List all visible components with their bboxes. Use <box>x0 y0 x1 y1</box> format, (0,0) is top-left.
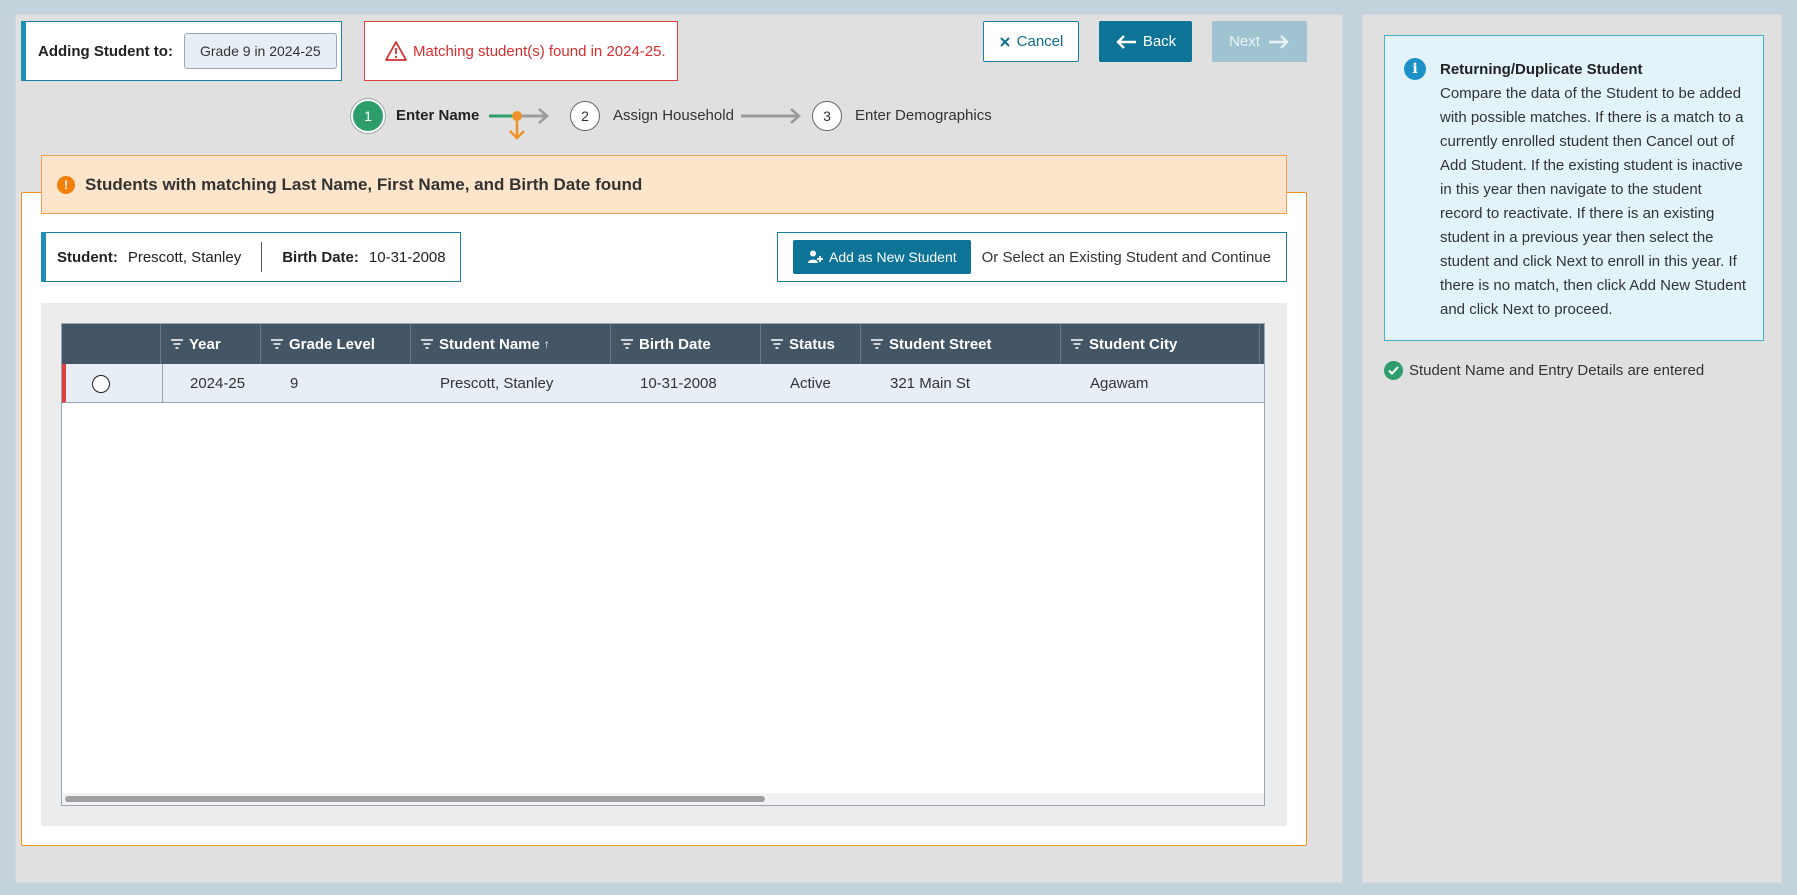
column-label: Year <box>189 335 221 353</box>
adding-student-box: Adding Student to: Grade 9 in 2024-25 <box>21 21 342 81</box>
cell-birth-date: 10-31-2008 <box>640 375 717 392</box>
summary-divider <box>261 242 263 272</box>
filter-icon <box>421 339 433 349</box>
radio-button[interactable] <box>92 374 110 393</box>
column-label: Grade Level <box>289 335 375 353</box>
cell-grade: 9 <box>290 375 299 392</box>
cell-street: 321 Main St <box>890 375 971 392</box>
column-label: Student Name <box>439 335 540 353</box>
info-panel: i Returning/Duplicate Student Compare th… <box>1384 35 1764 341</box>
row-select-radio[interactable] <box>92 364 110 403</box>
column-header-student-city[interactable]: Student City <box>1060 324 1260 364</box>
cancel-button[interactable]: Cancel <box>983 21 1079 62</box>
matching-students-banner: ! Students with matching Last Name, Firs… <box>41 155 1287 214</box>
info-title: Returning/Duplicate Student <box>1440 61 1643 78</box>
cell-year: 2024-25 <box>190 375 246 392</box>
back-button[interactable]: Back <box>1099 21 1192 62</box>
info-text: Compare the data of the Student to be ad… <box>1440 85 1746 318</box>
column-header-student-name[interactable]: Student Name ↑ <box>410 324 610 364</box>
column-label: Status <box>789 335 835 353</box>
row-separator <box>162 364 163 403</box>
add-user-icon <box>808 250 823 263</box>
column-label: Student City <box>1089 335 1178 353</box>
step-1-circle[interactable]: 1 <box>353 101 383 131</box>
cell-status: Active <box>790 375 831 392</box>
info-icon: i <box>1404 58 1426 80</box>
filter-icon <box>171 339 183 349</box>
check-circle-icon <box>1384 361 1403 380</box>
filter-icon <box>271 339 283 349</box>
match-alert: Matching student(s) found in 2024-25. <box>364 21 678 81</box>
cancel-button-label: Cancel <box>1016 33 1064 50</box>
grade-year-chip: Grade 9 in 2024-25 <box>183 33 337 69</box>
student-label: Student: <box>57 248 118 266</box>
checklist-item-text: Student Name and Entry Details are enter… <box>1409 362 1705 379</box>
step-2-label[interactable]: Assign Household <box>613 107 734 124</box>
add-as-new-student-button[interactable]: Add as New Student <box>793 240 971 274</box>
arrow-left-icon <box>1116 34 1136 49</box>
column-header-birth-date[interactable]: Birth Date <box>610 324 760 364</box>
birth-date-value: 10-31-2008 <box>368 248 446 266</box>
filter-icon <box>1071 339 1083 349</box>
step-connector-1 <box>489 108 549 140</box>
birth-date-label: Birth Date: <box>282 248 359 266</box>
cell-city: Agawam <box>1090 375 1149 392</box>
checklist-item: Student Name and Entry Details are enter… <box>1384 361 1704 380</box>
student-summary: Student: Prescott, Stanley Birth Date: 1… <box>41 232 461 282</box>
add-or-select-box: Add as New Student Or Select an Existing… <box>777 232 1287 282</box>
banner-text: Students with matching Last Name, First … <box>85 174 643 194</box>
match-alert-text: Matching student(s) found in 2024-25. <box>413 42 666 60</box>
filter-icon <box>771 339 783 349</box>
column-label: Student Street <box>889 335 992 353</box>
grid-header: Year Grade Level Student Name ↑ Birth Da… <box>62 324 1264 364</box>
next-button[interactable]: Next <box>1212 21 1307 62</box>
filter-icon <box>871 339 883 349</box>
step-3-label[interactable]: Enter Demographics <box>855 107 992 124</box>
column-header-student-street[interactable]: Student Street <box>860 324 1060 364</box>
exclamation-icon: ! <box>57 175 75 194</box>
step-1-label[interactable]: Enter Name <box>396 107 479 124</box>
horizontal-scrollbar[interactable] <box>62 793 1264 805</box>
step-connector-2 <box>741 108 801 124</box>
stepper: 1 Enter Name 2 Assign Household 3 Enter … <box>353 100 993 140</box>
column-header-year[interactable]: Year <box>160 324 260 364</box>
next-button-label: Next <box>1229 33 1260 50</box>
column-label: Birth Date <box>639 335 711 353</box>
filter-icon <box>621 339 633 349</box>
warning-triangle-icon <box>385 41 407 61</box>
scrollbar-thumb[interactable] <box>65 796 765 802</box>
step-2-circle[interactable]: 2 <box>570 101 600 131</box>
close-icon <box>999 36 1010 47</box>
arrow-right-icon <box>1268 34 1289 49</box>
grid-container: Year Grade Level Student Name ↑ Birth Da… <box>41 303 1287 826</box>
add-as-new-student-label: Add as New Student <box>829 249 957 265</box>
table-row[interactable]: 2024-25 9 Prescott, Stanley 10-31-2008 A… <box>62 364 1264 403</box>
column-header-grade-level[interactable]: Grade Level <box>260 324 410 364</box>
matching-students-grid: Year Grade Level Student Name ↑ Birth Da… <box>61 323 1265 806</box>
or-select-text: Or Select an Existing Student and Contin… <box>981 248 1271 266</box>
sort-ascending-icon: ↑ <box>543 337 550 351</box>
column-header-status[interactable]: Status <box>760 324 860 364</box>
step-3-circle[interactable]: 3 <box>812 101 842 131</box>
adding-student-label: Adding Student to: <box>38 42 173 60</box>
student-value: Prescott, Stanley <box>127 248 242 266</box>
back-button-label: Back <box>1142 33 1177 50</box>
cell-student-name: Prescott, Stanley <box>440 375 554 392</box>
